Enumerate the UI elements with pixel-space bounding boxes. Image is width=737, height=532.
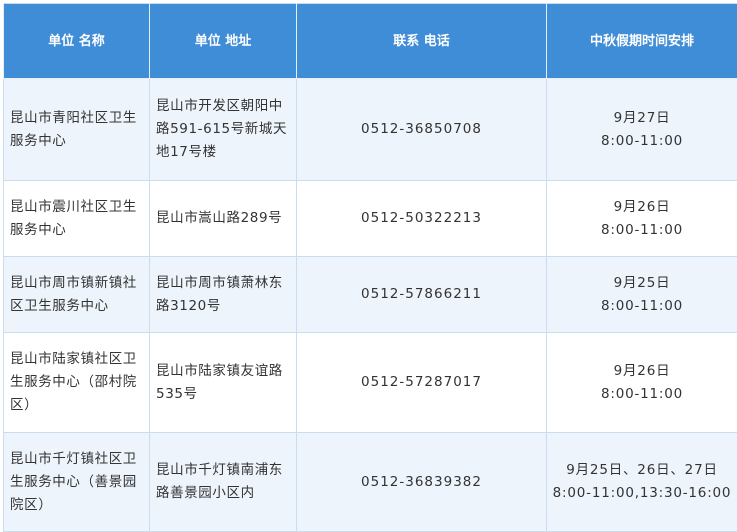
unit-address-cell: 昆山市周市镇萧林东路3120号 bbox=[150, 257, 297, 333]
contact-phone-cell: 0512-57866211 bbox=[297, 257, 547, 333]
schedule-cell: 9月26日 8:00-11:00 bbox=[547, 181, 737, 257]
header-contact-phone-line1: 联系 bbox=[393, 34, 419, 49]
header-unit-name-line1: 单位 bbox=[48, 34, 74, 49]
header-unit-address-line2: 地址 bbox=[225, 34, 251, 49]
header-unit-address: 单位 地址 bbox=[150, 4, 297, 79]
unit-address-cell: 昆山市嵩山路289号 bbox=[150, 181, 297, 257]
contact-phone-cell: 0512-50322213 bbox=[297, 181, 547, 257]
unit-name-cell: 昆山市青阳社区卫生服务中心 bbox=[4, 79, 150, 181]
schedule-time: 8:00-11:00 bbox=[548, 295, 736, 318]
contact-phone-cell: 0512-36850708 bbox=[297, 79, 547, 181]
unit-address-cell: 昆山市开发区朝阳中路591-615号新城天地17号楼 bbox=[150, 79, 297, 181]
schedule-cell: 9月26日 8:00-11:00 bbox=[547, 333, 737, 433]
schedule-time: 8:00-11:00 bbox=[548, 130, 736, 153]
header-contact-phone: 联系 电话 bbox=[297, 4, 547, 79]
schedule-cell: 9月25日、26日、27日 8:00-11:00,13:30-16:00 bbox=[547, 433, 737, 532]
schedule-date: 9月26日 bbox=[548, 360, 736, 383]
unit-name-cell: 昆山市震川社区卫生服务中心 bbox=[4, 181, 150, 257]
unit-address-cell: 昆山市陆家镇友谊路535号 bbox=[150, 333, 297, 433]
header-unit-name-line2: 名称 bbox=[79, 34, 105, 49]
unit-address-cell: 昆山市千灯镇南浦东路善景园小区内 bbox=[150, 433, 297, 532]
table-row: 昆山市千灯镇社区卫生服务中心（善景园院区） 昆山市千灯镇南浦东路善景园小区内 0… bbox=[4, 433, 737, 532]
schedule-cell: 9月27日 8:00-11:00 bbox=[547, 79, 737, 181]
header-unit-address-line1: 单位 bbox=[195, 34, 221, 49]
header-holiday-schedule-text: 中秋假期时间安排 bbox=[590, 34, 694, 49]
header-row: 单位 名称 单位 地址 联系 电话 中秋假期时间安排 bbox=[4, 4, 737, 79]
table-row: 昆山市周市镇新镇社区卫生服务中心 昆山市周市镇萧林东路3120号 0512-57… bbox=[4, 257, 737, 333]
schedule-date: 9月25日 bbox=[548, 272, 736, 295]
header-unit-name: 单位 名称 bbox=[4, 4, 150, 79]
schedule-date: 9月27日 bbox=[548, 107, 736, 130]
contact-phone-cell: 0512-36839382 bbox=[297, 433, 547, 532]
table-header: 单位 名称 单位 地址 联系 电话 中秋假期时间安排 bbox=[4, 4, 737, 79]
schedule-date: 9月25日、26日、27日 bbox=[548, 459, 736, 482]
schedule-date: 9月26日 bbox=[548, 196, 736, 219]
contact-phone-cell: 0512-57287017 bbox=[297, 333, 547, 433]
unit-name-cell: 昆山市陆家镇社区卫生服务中心（邵村院区） bbox=[4, 333, 150, 433]
schedule-time: 8:00-11:00 bbox=[548, 219, 736, 242]
schedule-time: 8:00-11:00,13:30-16:00 bbox=[548, 482, 736, 505]
table-body: 昆山市青阳社区卫生服务中心 昆山市开发区朝阳中路591-615号新城天地17号楼… bbox=[4, 79, 737, 532]
unit-name-cell: 昆山市千灯镇社区卫生服务中心（善景园院区） bbox=[4, 433, 150, 532]
clinic-schedule-table: 单位 名称 单位 地址 联系 电话 中秋假期时间安排 昆山市青阳社区卫生服务中心… bbox=[3, 3, 737, 532]
header-holiday-schedule: 中秋假期时间安排 bbox=[547, 4, 737, 79]
schedule-time: 8:00-11:00 bbox=[548, 383, 736, 406]
table-row: 昆山市青阳社区卫生服务中心 昆山市开发区朝阳中路591-615号新城天地17号楼… bbox=[4, 79, 737, 181]
table-row: 昆山市陆家镇社区卫生服务中心（邵村院区） 昆山市陆家镇友谊路535号 0512-… bbox=[4, 333, 737, 433]
schedule-cell: 9月25日 8:00-11:00 bbox=[547, 257, 737, 333]
header-contact-phone-line2: 电话 bbox=[424, 34, 450, 49]
table-row: 昆山市震川社区卫生服务中心 昆山市嵩山路289号 0512-50322213 9… bbox=[4, 181, 737, 257]
unit-name-cell: 昆山市周市镇新镇社区卫生服务中心 bbox=[4, 257, 150, 333]
